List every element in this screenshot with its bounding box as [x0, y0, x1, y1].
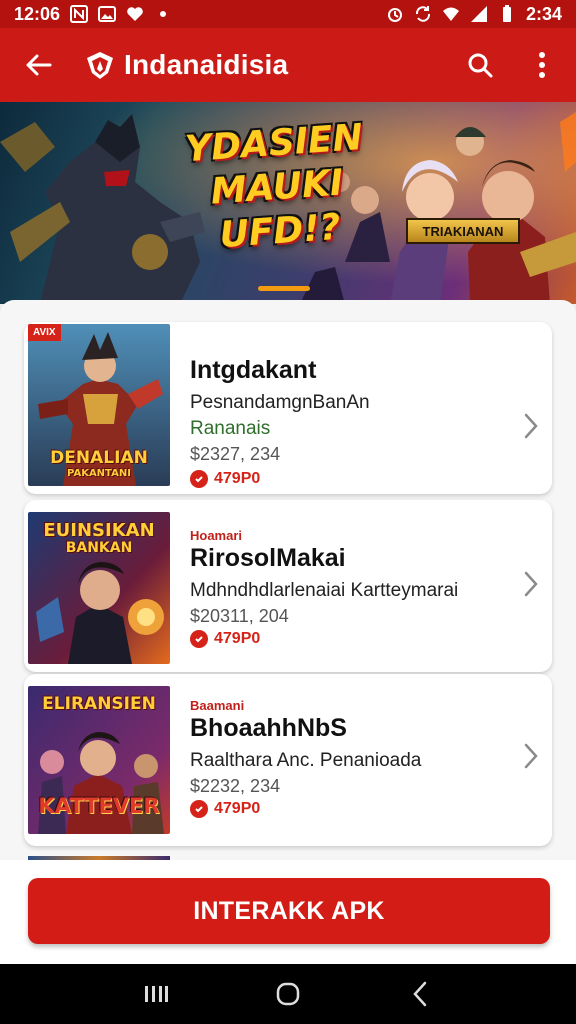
image-icon — [98, 6, 117, 22]
app-rating: 479P0 — [190, 800, 260, 818]
app-rating-value: 479P0 — [214, 470, 261, 487]
n-icon — [70, 5, 89, 23]
app-thumbnail: AVIX DENALIAN PAKANTANI — [28, 324, 170, 486]
promo-banner[interactable]: YDASIEN MAUKI UFD!? TRIAKIANAN — [0, 102, 576, 304]
rating-icon — [190, 630, 208, 648]
app-kicker: Baamani — [190, 698, 245, 713]
thumbnail-subtitle: KATTEVER — [38, 794, 160, 818]
status-time-left: 12:06 — [14, 3, 61, 24]
system-nav-bar — [0, 964, 576, 1024]
back-icon[interactable] — [400, 974, 440, 1014]
app-developer: PesnandamgnBanAn — [190, 392, 370, 413]
app-meta: $20311, 204 — [190, 606, 289, 626]
app-name: RirosolMakai — [190, 544, 346, 572]
app-developer: Mdhndhdlarlenaiai Kartteymarai — [190, 580, 459, 601]
recents-icon[interactable] — [136, 974, 176, 1014]
app-list-sheet: AVIX DENALIAN PAKANTANI Intgdakant Pesna… — [0, 300, 576, 860]
status-bar: 12:06 2:34 — [0, 0, 576, 28]
app-meta: $2327, 234 — [190, 444, 281, 464]
back-arrow-icon[interactable] — [14, 40, 64, 90]
thumbnail-title: DENALIAN — [50, 448, 148, 468]
app-kicker: Hoamari — [190, 528, 243, 543]
app-bar: Indanaidisia — [0, 28, 576, 102]
chevron-right-icon[interactable] — [516, 564, 546, 604]
status-time-right: 2:34 — [525, 3, 562, 24]
thumbnail-title: ELIRANSIEN — [42, 694, 156, 714]
thumbnail-title: EUINSIKAN — [43, 520, 155, 541]
home-icon[interactable] — [268, 974, 308, 1014]
rating-icon — [190, 800, 208, 818]
app-title: Indanaidisia — [124, 49, 289, 80]
banner-headline: YDASIEN MAUKI UFD!? — [178, 116, 377, 261]
thumbnail-subtitle: BANKAN — [65, 540, 133, 556]
signal-icon — [470, 6, 487, 22]
app-rating: 479P0 — [190, 630, 260, 648]
app-thumbnail: ELIRANSIEN KATTEVER — [28, 686, 170, 834]
chevron-right-icon[interactable] — [516, 406, 546, 446]
app-card[interactable]: EUINSIKAN BANKAN Hoamari RirosolMakai Md… — [24, 500, 552, 672]
dot-icon — [160, 11, 167, 17]
battery-icon — [502, 5, 511, 22]
wifi-icon — [442, 7, 459, 21]
banner-page-indicator — [258, 286, 310, 291]
app-rating-value: 479P0 — [214, 800, 261, 817]
brand-logo — [87, 52, 113, 79]
app-meta: $2232, 234 — [190, 776, 281, 796]
bottom-action-area: INTERAKK APK — [0, 860, 576, 964]
install-apk-button[interactable]: INTERAKK APK — [28, 878, 550, 944]
search-icon[interactable] — [460, 45, 500, 85]
app-name: Intgdakant — [190, 356, 317, 384]
app-rating: 479P0 — [190, 470, 260, 488]
thumbnail-subtitle: PAKANTANI — [67, 468, 131, 479]
app-rating-value: 479P0 — [214, 630, 261, 647]
rating-icon — [190, 470, 208, 488]
chevron-right-icon[interactable] — [516, 736, 546, 776]
app-card[interactable]: ELIRANSIEN KATTEVER Baamani BhoaahhNbS R… — [24, 674, 552, 846]
app-category: Rananais — [190, 418, 271, 439]
banner-tag: TRIAKIANAN — [406, 218, 520, 244]
heart-icon — [127, 7, 143, 21]
app-badge: AVIX — [28, 324, 61, 341]
alarm-icon — [387, 8, 402, 22]
overflow-menu-icon[interactable] — [522, 45, 562, 85]
sync-icon — [415, 6, 430, 22]
app-name: BhoaahhNbS — [190, 714, 347, 742]
app-developer: Raalthara Anc. Penanioada — [190, 750, 422, 771]
app-card[interactable]: AVIX DENALIAN PAKANTANI Intgdakant Pesna… — [24, 322, 552, 494]
app-thumbnail: EUINSIKAN BANKAN — [28, 512, 170, 664]
